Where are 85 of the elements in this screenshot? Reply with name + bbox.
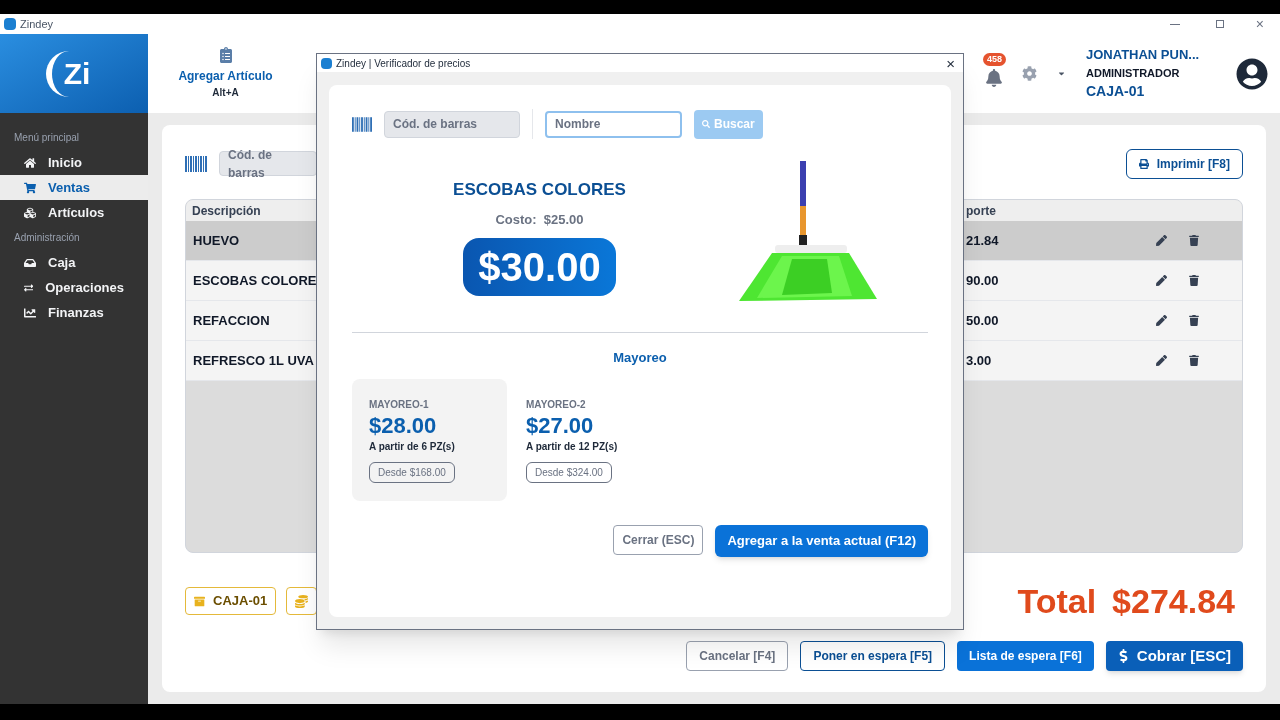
printer-icon xyxy=(1138,158,1149,169)
action-button[interactable]: Cancelar [F4] xyxy=(686,641,789,671)
name-field[interactable]: Nombre xyxy=(545,110,682,138)
cubes-icon xyxy=(24,206,36,219)
close-icon[interactable]: × xyxy=(1255,17,1264,31)
chart-icon xyxy=(24,306,36,319)
barcode-field[interactable]: Cód. de barras xyxy=(219,151,317,176)
product-cost: Costo: $25.00 xyxy=(495,211,584,229)
total-label: Total xyxy=(1017,580,1097,622)
close-button[interactable]: Cerrar (ESC) xyxy=(613,524,704,555)
tier-condition: A partir de 6 PZ(s) xyxy=(369,440,455,454)
archive-icon xyxy=(194,595,205,607)
register-name: CAJA-01 xyxy=(1086,82,1146,101)
sidebar-item[interactable]: Caja xyxy=(0,250,148,275)
shortcut-label: Alt+A xyxy=(212,86,239,100)
sidebar-item[interactable]: Operaciones xyxy=(0,275,148,300)
product-price: $30.00 xyxy=(463,237,616,296)
product-name: ESCOBAS COLORES xyxy=(453,178,626,201)
tier-total: Desde $324.00 xyxy=(526,462,612,483)
clipboard-icon[interactable] xyxy=(218,47,233,63)
wholesale-card[interactable]: MAYOREO-1 $28.00 A partir de 6 PZ(s) Desde $168.00 xyxy=(352,378,507,501)
add-item-button[interactable]: Agregar Artículo xyxy=(178,67,273,85)
trash-icon[interactable] xyxy=(1189,275,1199,286)
dollar-icon xyxy=(1117,649,1129,663)
table-cell: HUEVO xyxy=(193,232,240,248)
home-icon xyxy=(24,156,36,169)
trash-icon[interactable] xyxy=(1189,315,1199,326)
tier-name: MAYOREO-1 xyxy=(369,397,429,412)
avatar-icon[interactable] xyxy=(1236,57,1268,90)
app-logo: Zi xyxy=(46,50,102,97)
sidebar-item[interactable]: Inicio xyxy=(0,150,148,175)
section-title: Menú principal xyxy=(13,131,81,145)
table-cell: ESCOBAS COLORE xyxy=(193,272,317,288)
table-cell-text: 21.84 xyxy=(966,231,1000,250)
app-icon xyxy=(321,57,332,69)
edit-icon[interactable] xyxy=(1156,355,1167,366)
sidebar-item[interactable]: Ventas xyxy=(0,175,148,200)
action-button[interactable]: Lista de espera [F6] xyxy=(957,641,1094,671)
bell-icon[interactable] xyxy=(986,68,1002,87)
edit-icon[interactable] xyxy=(1156,315,1167,326)
table-cell-text: 3.00 xyxy=(966,351,993,370)
trash-icon[interactable] xyxy=(1189,235,1199,246)
coins-icon xyxy=(295,594,309,608)
inbox-icon xyxy=(24,256,36,269)
action-button[interactable]: Poner en espera [F5] xyxy=(800,641,946,671)
restore-icon[interactable] xyxy=(1215,20,1224,28)
table-cell: REFACCION xyxy=(193,312,270,328)
add-to-sale-button[interactable]: Agregar a la venta actual (F12) xyxy=(715,524,928,557)
table-cell-text: 50.00 xyxy=(966,311,1000,330)
table-cell: REFRESCO 1L UVA xyxy=(193,352,314,368)
wholesale-title: Mayoreo xyxy=(613,349,667,367)
arrows-icon xyxy=(24,281,34,294)
search-icon xyxy=(702,120,710,128)
caret-icon[interactable] xyxy=(1057,69,1066,78)
trash-icon[interactable] xyxy=(1189,355,1199,366)
sidebar-item[interactable]: Artículos xyxy=(0,200,148,225)
action-button[interactable]: Cobrar [ESC] xyxy=(1105,641,1243,671)
total-amount: $274.84 xyxy=(1112,580,1235,622)
cart-icon xyxy=(24,181,36,194)
tier-total: Desde $168.00 xyxy=(369,462,455,483)
edit-icon[interactable] xyxy=(1156,275,1167,286)
register-tag: CAJA-01 xyxy=(185,587,277,615)
tier-name: MAYOREO-2 xyxy=(526,397,586,412)
user-role: ADMINISTRADOR xyxy=(1086,65,1181,81)
column-header: porte xyxy=(966,202,996,220)
minimize-icon[interactable] xyxy=(1169,23,1180,25)
barcode-icon xyxy=(352,116,372,132)
notification-count: 458 xyxy=(983,52,1007,66)
tier-price: $27.00 xyxy=(526,411,594,439)
sidebar-item[interactable]: Finanzas xyxy=(0,300,148,325)
barcode-icon xyxy=(185,155,207,172)
table-cell-text: 90.00 xyxy=(966,271,1000,290)
settings-icon[interactable] xyxy=(1022,66,1037,81)
barcode-field[interactable]: Cód. de barras xyxy=(384,110,520,138)
section-title: Administración xyxy=(13,231,81,245)
print-button[interactable]: Imprimir [F8] xyxy=(1125,148,1243,179)
close-icon[interactable]: × xyxy=(942,55,959,71)
user-name: JONATHAN PUN... xyxy=(1086,46,1201,64)
edit-icon[interactable] xyxy=(1156,235,1167,246)
window-title: Zindey xyxy=(20,16,54,32)
app-icon xyxy=(4,18,16,30)
tier-price: $28.00 xyxy=(369,411,437,439)
tier-condition: A partir de 12 PZ(s) xyxy=(526,440,618,454)
dialog-title: Zindey | Verificador de precios xyxy=(336,56,471,71)
column-header: Descripción xyxy=(192,203,261,218)
